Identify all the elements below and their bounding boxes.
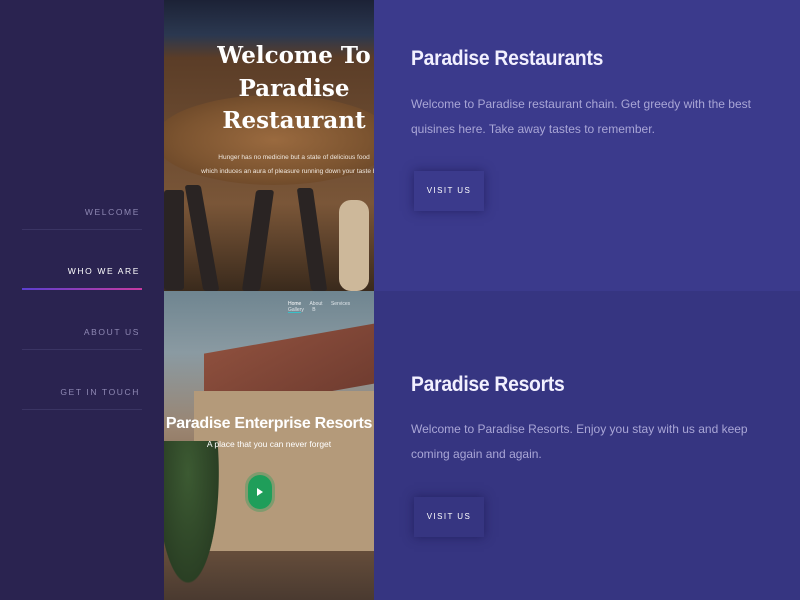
nav-item-who-we-are[interactable]: WHO WE ARE xyxy=(22,230,142,290)
visit-us-button[interactable]: VISIT US xyxy=(414,171,484,211)
card-title: Paradise Restaurants xyxy=(411,47,604,70)
preview-tagline-line: Hunger has no medicine but a state of de… xyxy=(218,154,370,161)
resort-card: Paradise Resorts Welcome to Paradise Res… xyxy=(374,291,800,600)
palm-graphic xyxy=(164,441,224,600)
restaurant-card: Paradise Restaurants Welcome to Paradise… xyxy=(374,0,800,291)
chair-graphic xyxy=(164,190,184,290)
card-title: Paradise Resorts xyxy=(411,373,565,396)
preview-heading: Paradise Restaurant xyxy=(222,75,366,134)
preview-tagline: Hunger has no medicine but a state of de… xyxy=(164,151,374,179)
preview-nav-item: Services xyxy=(330,301,351,307)
preview-nav: Home About Services Gallery B xyxy=(288,301,374,313)
chair-graphic xyxy=(339,200,369,291)
nav-item-get-in-touch[interactable]: GET IN TOUCH xyxy=(22,350,142,410)
preview-heading: Welcome To xyxy=(217,42,371,69)
nav-item-label: GET IN TOUCH xyxy=(60,387,140,397)
nav-item-label: WHO WE ARE xyxy=(67,266,140,276)
preview-heading: Paradise Enterprise Resorts xyxy=(165,415,373,432)
preview-tagline-line: which induces an aura of pleasure runnin… xyxy=(201,168,374,175)
nav-item-about-us[interactable]: ABOUT US xyxy=(22,290,142,350)
preview-nav-item: Gallery xyxy=(288,307,304,313)
card-description: Welcome to Paradise restaurant chain. Ge… xyxy=(411,97,751,136)
card-description: Welcome to Paradise Resorts. Enjoy you s… xyxy=(411,422,748,461)
resort-preview-text: Paradise Enterprise Resorts A place that… xyxy=(164,415,374,449)
restaurant-preview-image: Welcome To Paradise Restaurant Hunger ha… xyxy=(164,0,374,291)
preview-nav-item: B xyxy=(312,307,316,313)
visit-us-button[interactable]: VISIT US xyxy=(414,497,484,537)
nav-item-label: ABOUT US xyxy=(83,327,140,337)
restaurant-preview-text: Welcome To Paradise Restaurant Hunger ha… xyxy=(164,40,374,179)
resort-preview-image: Home About Services Gallery B Paradise E… xyxy=(164,291,374,600)
nav-item-welcome[interactable]: WELCOME xyxy=(22,170,142,230)
sidebar-nav: WELCOME WHO WE ARE ABOUT US GET IN TOUCH xyxy=(0,0,164,600)
slider-dots xyxy=(271,283,289,291)
preview-subheading: A place that you can never forget xyxy=(206,439,332,449)
nav-item-label: WELCOME xyxy=(84,207,140,217)
play-icon[interactable] xyxy=(248,475,272,509)
